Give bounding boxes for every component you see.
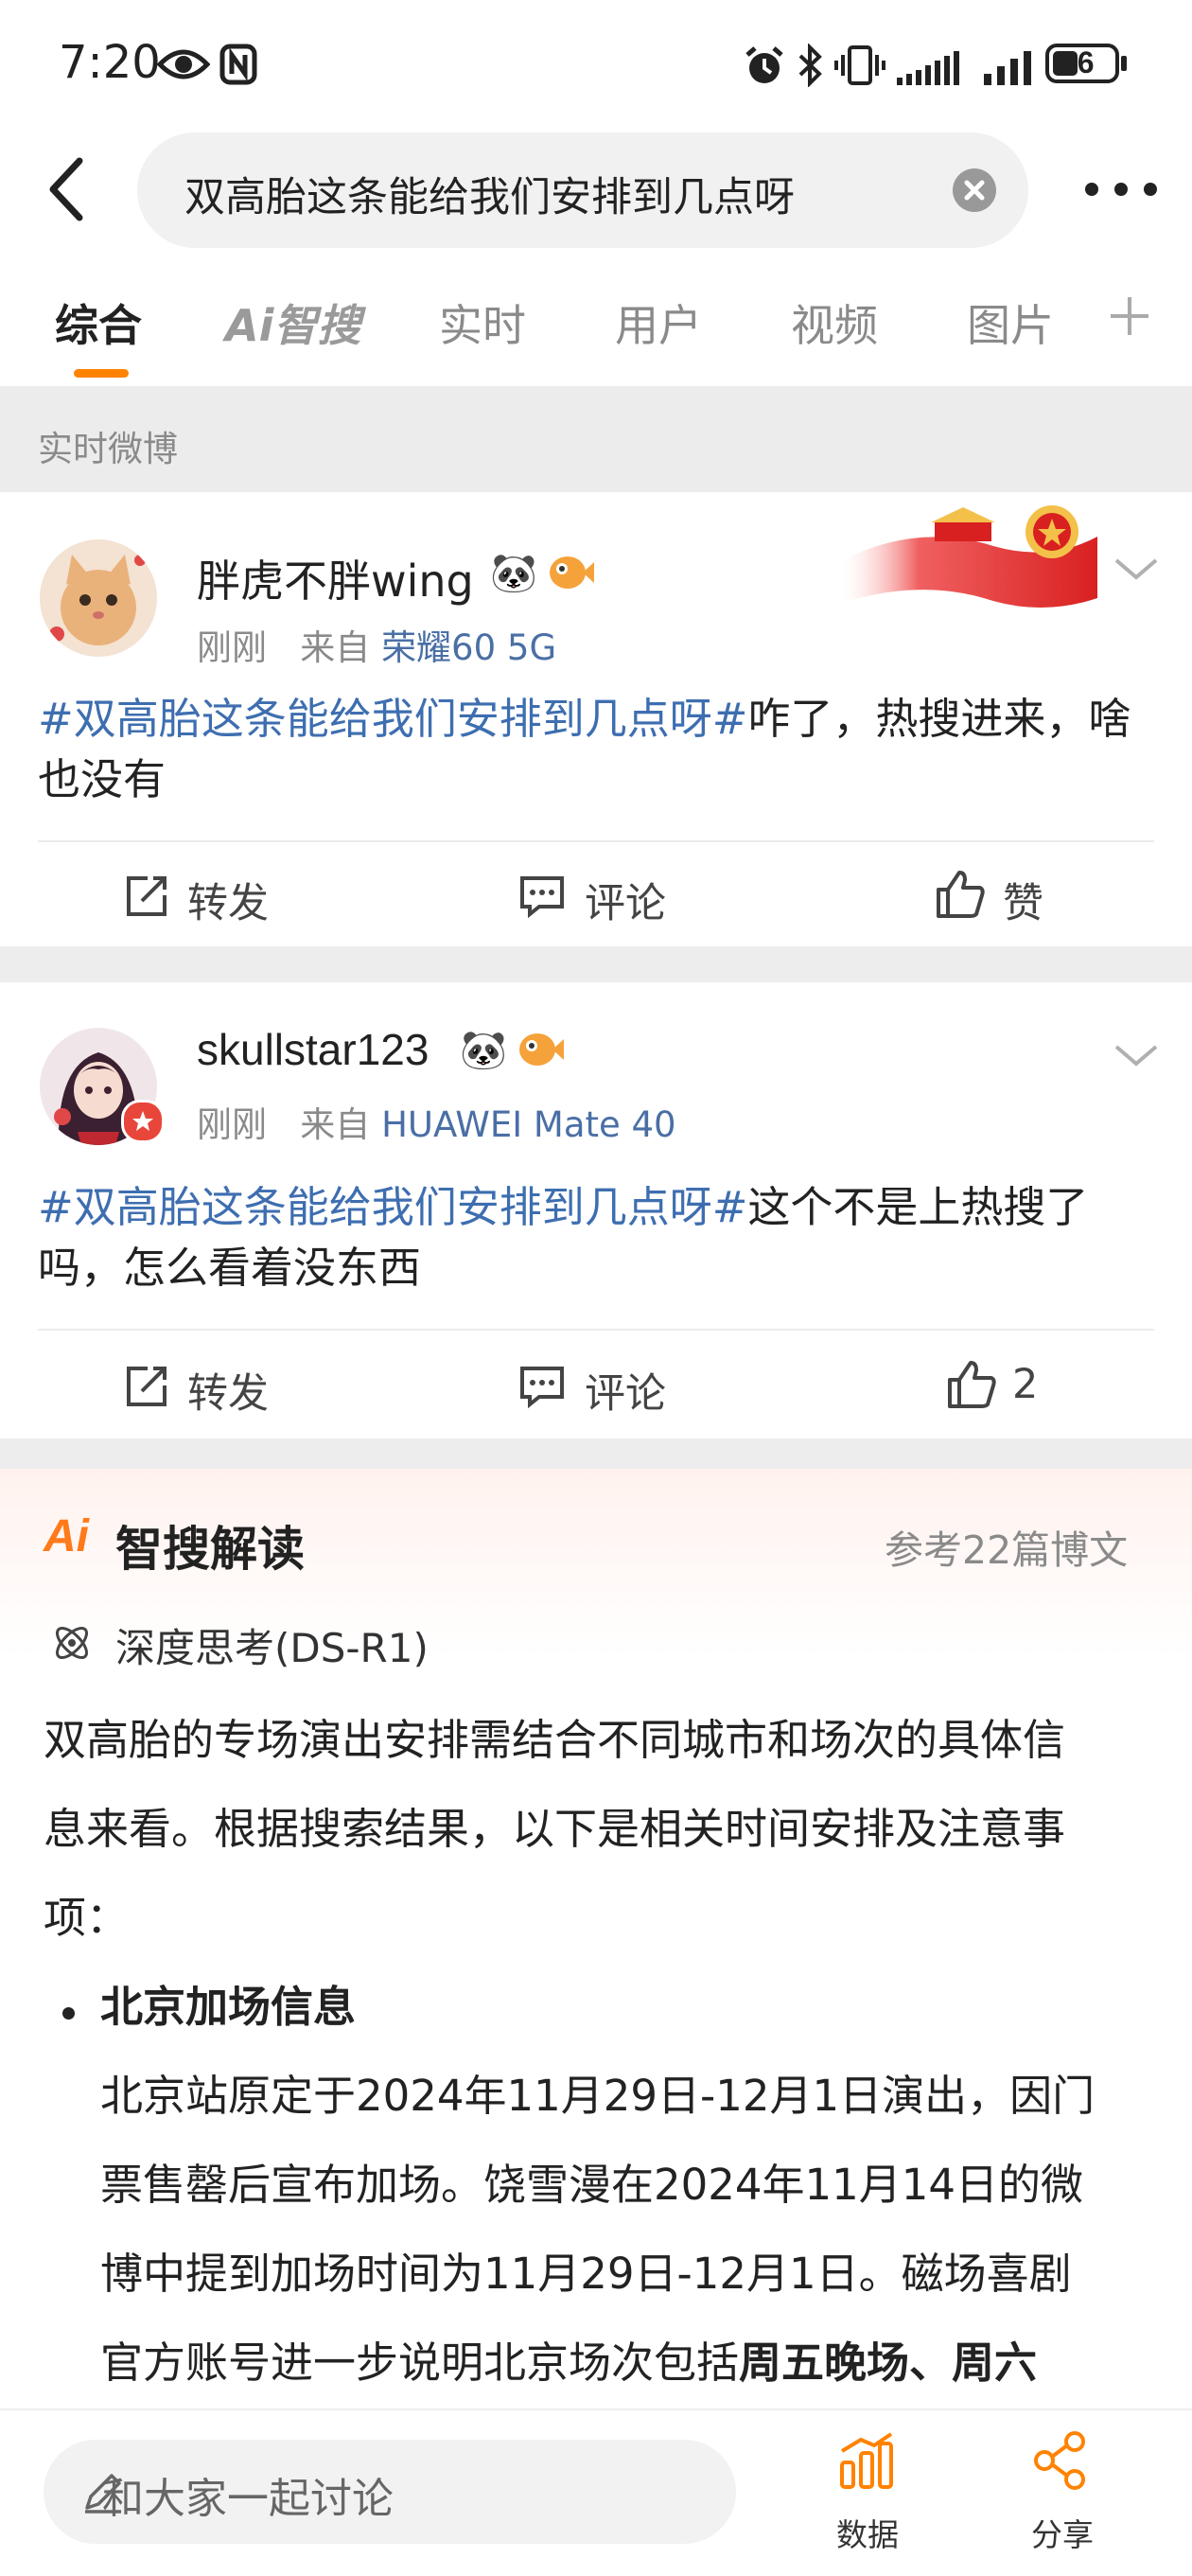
post-from-label: 来自 [300,1104,371,1145]
ai-bullet-title: 北京加场信息 [100,1982,357,2032]
ai-bullet-bold: 周五晚场、周六 [739,2338,1038,2388]
section-header [0,386,1192,492]
post-source[interactable]: 荣耀60 5G [381,627,556,668]
tab-users[interactable]: 用户 [615,291,702,354]
hashtag-link[interactable]: #双高胎这条能给我们安排到几点呀# [38,694,747,744]
post-time: 刚刚 [197,627,267,668]
comment-label: 评论 [585,1370,666,1418]
chevron-down-icon[interactable] [1113,1041,1160,1069]
data-button[interactable]: 数据 [833,2430,901,2553]
section-title: 实时微博 [38,429,178,469]
search-query: 双高胎这条能给我们安排到几点呀 [184,174,795,221]
post-meta: 刚刚 来自 荣耀60 5G [197,619,556,670]
share-label: 分享 [1031,2516,1094,2553]
username[interactable]: 胖虎不胖wing [197,547,474,609]
ai-bullet-line: 博中提到加场时间为11月29日-12月1日。磁场喜剧 [100,2249,1072,2299]
panda-badge-icon: 🐼 [490,552,537,595]
chevron-down-icon[interactable] [1113,555,1160,583]
fish-badge-icon [519,1033,564,1066]
ai-bullet-text: 官方账号进一步说明北京场次包括 [100,2338,740,2388]
repost-icon [127,876,167,916]
ai-logo-icon: Ai [44,1511,89,1561]
clear-icon[interactable] [953,168,996,212]
post-divider [38,1329,1154,1331]
share-button[interactable]: 分享 [1027,2430,1096,2553]
post-source[interactable]: HUAWEI Mate 40 [381,1104,676,1145]
tab-realtime[interactable]: 实时 [439,291,526,354]
search-input[interactable]: 双高胎这条能给我们安排到几点呀 [137,132,1028,248]
signal-icon-2 [984,51,1031,85]
status-time: 7:20 [59,36,161,89]
tab-images[interactable]: 图片 [967,291,1054,354]
post-card: skullstar123 🐼 刚刚 来自 HUAWEI Mate 40 #双高胎… [0,982,1192,1438]
repost-icon [127,1367,167,1406]
ai-reference-count[interactable]: 参考22篇博文 [885,1518,1128,1575]
fish-badge-icon [550,556,594,589]
battery-tip [1121,56,1127,71]
chart-icon [840,2432,893,2489]
ai-bullet-line: 票售罄后宣布加场。饶雪漫在2024年11月14日的微 [100,2160,1084,2210]
post-meta: 刚刚 来自 HUAWEI Mate 40 [197,1096,676,1147]
ai-bullet-line: 北京站原定于2024年11月29日-12月1日演出，因门 [100,2071,1096,2121]
ai-title: 智搜解读 [115,1522,305,1577]
post-separator [0,1438,1192,1469]
ai-bullet-line: 官方账号进一步说明北京场次包括周五晚场、周六 [100,2319,1037,2408]
status-bar: 7:20 36 [0,0,1192,132]
ai-intro-line: 项： [44,1893,130,1943]
comment-icon [520,876,564,918]
flag-decoration [842,505,1097,608]
data-label: 数据 [836,2516,899,2553]
tab-ai-search[interactable]: Ai智搜 [225,291,360,354]
bullet-dot [62,2007,75,2020]
like-count: 2 [1012,1361,1039,1408]
avatar[interactable] [40,539,157,657]
add-tab-icon[interactable] [1109,295,1150,337]
vibrate-icon [834,45,885,85]
comment-placeholder: 和大家一起讨论 [102,2475,394,2523]
post-from-label: 来自 [300,627,371,668]
thumbs-up-icon [948,1361,996,1408]
battery-level: 36 [1061,45,1095,79]
deep-think-toggle[interactable]: 深度思考(DS-R1) [115,1616,429,1674]
username[interactable]: skullstar123 [197,1024,429,1075]
bluetooth-icon [798,44,822,87]
repost-label: 转发 [187,880,269,927]
share-icon [1034,2431,1085,2490]
ai-intro-line: 双高胎的专场演出安排需结合不同城市和场次的具体信 [44,1715,1066,1765]
post-text: #双高胎这条能给我们安排到几点呀#这个不是上热搜了吗，怎么看着没东西 [38,1177,1154,1298]
tab-videos[interactable]: 视频 [791,291,878,354]
alarm-icon [745,46,783,83]
post-divider [38,840,1154,842]
comment-icon [520,1367,564,1408]
battery-icon: 36 [1045,44,1119,83]
signal-icon [897,51,959,85]
verified-badge-icon [121,1100,165,1143]
tab-active-indicator [74,369,129,378]
nfc-icon [219,44,257,85]
tab-comprehensive[interactable]: 综合 [55,291,142,354]
eye-icon [157,49,210,79]
post-time: 刚刚 [197,1104,267,1145]
more-icon[interactable] [1078,175,1164,203]
post-separator [0,946,1192,982]
repost-label: 转发 [187,1370,269,1418]
atom-icon [55,1626,89,1660]
like-count: 赞 [1003,880,1043,927]
back-button[interactable] [38,151,98,227]
comment-label: 评论 [585,880,666,927]
post-card: 胖虎不胖wing 🐼 刚刚 来自 荣耀60 5G #双高胎这条能给我们安排到几点… [0,492,1192,946]
thumbs-up-icon [937,871,985,918]
ai-intro-line: 息来看。根据搜索结果，以下是相关时间安排及注意事 [44,1804,1066,1854]
post-text: #双高胎这条能给我们安排到几点呀#咋了，热搜进来，啥也没有 [38,689,1154,810]
panda-badge-icon: 🐼 [460,1029,507,1072]
hashtag-link[interactable]: #双高胎这条能给我们安排到几点呀# [38,1182,747,1232]
